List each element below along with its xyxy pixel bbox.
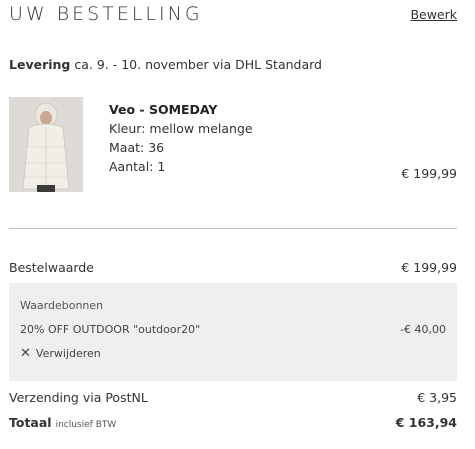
shipping-amount: € 3,95 — [417, 390, 457, 405]
close-icon: ✕ — [20, 346, 31, 361]
total-row: Totaal inclusief BTW € 163,94 — [9, 415, 457, 430]
product-info: Veo - SOMEDAY Kleur: mellow melange Maat… — [109, 100, 253, 176]
total-amount: € 163,94 — [395, 415, 457, 430]
product-price: € 199,99 — [401, 166, 457, 181]
remove-voucher-label: Verwijderen — [35, 347, 101, 360]
product-photo — [9, 97, 83, 192]
delivery-info: Levering ca. 9. - 10. november via DHL S… — [9, 57, 322, 72]
voucher-box: Waardebonnen 20% OFF OUTDOOR "outdoor20"… — [9, 283, 457, 381]
total-note: inclusief BTW — [55, 420, 117, 430]
edit-order-link[interactable]: Bewerk — [410, 7, 457, 22]
voucher-title: Waardebonnen — [20, 299, 104, 312]
total-label: Totaal inclusief BTW — [9, 415, 116, 430]
delivery-label: Levering — [9, 57, 71, 72]
voucher-code: 20% OFF OUTDOOR "outdoor20" — [20, 323, 201, 336]
order-value-label: Bestelwaarde — [9, 260, 94, 275]
order-value-amount: € 199,99 — [401, 260, 457, 275]
product-color: Kleur: mellow melange — [109, 121, 253, 136]
product-image — [9, 97, 83, 192]
delivery-text: ca. 9. - 10. november via DHL Standard — [74, 57, 322, 72]
product-name: Veo - SOMEDAY — [109, 102, 218, 117]
product-quantity: Aantal: 1 — [109, 159, 166, 174]
remove-voucher-button[interactable]: ✕ Verwijderen — [20, 347, 101, 360]
shipping-label: Verzending via PostNL — [9, 390, 148, 405]
page-title: UW BESTELLING — [9, 3, 203, 25]
order-value-row: Bestelwaarde € 199,99 — [9, 260, 457, 275]
total-title: Totaal — [9, 415, 52, 430]
divider — [9, 228, 457, 229]
voucher-amount: -€ 40,00 — [400, 323, 446, 336]
product-size: Maat: 36 — [109, 140, 165, 155]
shipping-row: Verzending via PostNL € 3,95 — [9, 390, 457, 405]
